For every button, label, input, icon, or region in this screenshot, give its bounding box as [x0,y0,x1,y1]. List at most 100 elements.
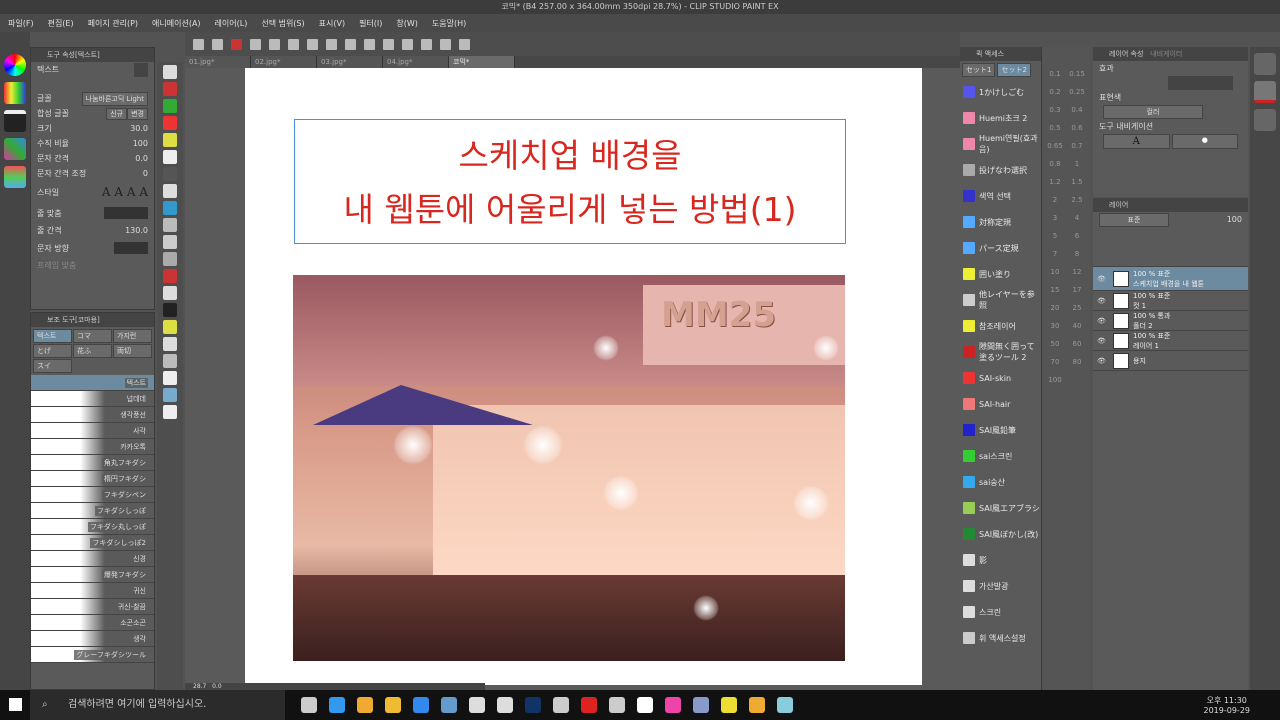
brush-size[interactable]: 1 [1066,155,1088,173]
timeline-icon[interactable] [4,166,26,188]
subtool-group[interactable]: 텍스트 [33,329,72,343]
brush-size[interactable]: 2.5 [1066,191,1088,209]
layout-icon[interactable] [193,38,204,50]
tool-icon[interactable] [163,82,177,96]
quick-access-item[interactable]: 참조레이어 [960,313,1041,339]
eye-icon[interactable]: 👁 [1097,337,1109,345]
balloon-nav-button[interactable]: ● [1171,134,1238,149]
clear-icon[interactable] [250,38,261,50]
subtool-item[interactable]: 角丸フキダシ [31,455,154,471]
new-file-icon[interactable] [288,38,299,50]
fill-icon[interactable] [269,38,280,50]
quick-access-item[interactable]: sai스크린 [960,443,1041,469]
taskbar-app-icon[interactable] [469,697,485,713]
brush-size[interactable]: 0.15 [1066,65,1088,83]
tab-document[interactable]: 코믹* [449,56,515,68]
brush-size[interactable]: 3 [1044,209,1066,227]
spacing-value[interactable]: 0.0 [135,154,148,163]
tab-document[interactable]: 03.jpg* [317,56,383,68]
color-select[interactable]: 컬러 [1103,105,1203,119]
title-line-1[interactable]: 스케치업 배경을 [295,134,845,178]
quick-access-item[interactable]: SAI風ぼかし(改) [960,521,1041,547]
tool-icon[interactable] [163,184,177,198]
taskbar-app-icon[interactable] [497,697,513,713]
subtool-group[interactable]: スイ [33,359,72,373]
layer-row[interactable]: 👁 100 % 표준 컷 1 [1093,291,1248,311]
subtool-item[interactable]: 楕円フキダシ [31,471,154,487]
brush-size[interactable]: 0.5 [1044,119,1066,137]
tool-icon[interactable] [163,337,177,351]
blend-mode-select[interactable]: 표준 [1099,212,1169,227]
brush-size[interactable]: 0.7 [1066,137,1088,155]
subtool-item[interactable]: 생각풍선 [31,407,154,423]
save-icon[interactable] [326,38,337,50]
layer-row[interactable]: 👁 100 % 표준 레이어 1 [1093,331,1248,351]
menu-item[interactable]: 표시(V) [319,18,345,29]
menu-item[interactable]: 도움말(H) [432,18,466,29]
quick-access-item[interactable]: 影 [960,547,1041,573]
tool-icon[interactable] [163,167,177,181]
tool-icon[interactable] [163,65,177,79]
quick-access-item[interactable]: SAI風エアブラシ [960,495,1041,521]
menu-item[interactable]: 편집(E) [48,18,74,29]
grid-icon[interactable] [364,38,375,50]
brush-size[interactable]: 4 [1066,209,1088,227]
subtool-group[interactable]: 가지런 [113,329,152,343]
zoom-readout[interactable]: 28.7 0.0 [185,683,485,690]
tool-icon[interactable] [163,99,177,113]
folder-icon[interactable] [1254,53,1276,75]
subtool-item[interactable]: 소곤소곤 [31,615,154,631]
tool-icon[interactable] [163,320,177,334]
quick-access-item[interactable]: Huemi초크 2 [960,105,1041,131]
kerning-value[interactable]: 0 [143,169,148,178]
folder-icon[interactable] [459,38,470,50]
animation-icon[interactable] [4,110,26,132]
eye-icon[interactable]: 👁 [1097,297,1109,305]
brush-size[interactable]: 2 [1044,191,1066,209]
brush-size[interactable]: 1.2 [1044,173,1066,191]
menu-item[interactable]: 선택 범위(S) [261,18,304,29]
brush-size[interactable]: 0.25 [1066,83,1088,101]
brush-size[interactable]: 30 [1044,317,1066,335]
tool-icon[interactable] [163,269,177,283]
subtool-item[interactable]: 귀신-찰끔 [31,599,154,615]
subtool-group[interactable]: 花ふ [73,344,112,358]
linespace-value[interactable]: 130.0 [125,226,148,235]
quick-access-item[interactable]: 1かけしごむ [960,79,1041,105]
tool-icon[interactable] [163,201,177,215]
effect-buttons[interactable] [1168,76,1233,90]
taskbar-app-icon[interactable] [301,697,317,713]
taskbar-app-icon[interactable] [693,697,709,713]
brush-size[interactable]: 100 [1044,371,1066,389]
layer-property-icon[interactable] [1254,81,1276,103]
tab-document[interactable]: 04.jpg* [383,56,449,68]
subtool-group[interactable]: 両切 [113,344,152,358]
search-placeholder[interactable]: 검색하려면 여기에 입력하십시오. [68,699,206,710]
windows-start-icon[interactable] [9,698,22,711]
quick-access-item[interactable]: SAI-hair [960,391,1041,417]
subtool-item[interactable]: 텍스트 [31,375,154,391]
size-value[interactable]: 30.0 [130,124,148,133]
taskbar-app-icon[interactable] [413,697,429,713]
brush-size[interactable]: 12 [1066,263,1088,281]
subtool-item[interactable]: 사각 [31,423,154,439]
tool-icon[interactable] [163,354,177,368]
brush-size[interactable]: 40 [1066,317,1088,335]
align-buttons[interactable] [104,207,148,219]
taskbar-app-icon[interactable] [609,697,625,713]
text-box[interactable]: 스케치업 배경을 내 웹툰에 어울리게 넣는 방법(1) [294,119,846,244]
menu-item[interactable]: 창(W) [396,18,418,29]
taskbar-search[interactable]: ⌕ 검색하려면 여기에 입력하십시오. [30,690,285,720]
vscale-value[interactable]: 100 [133,139,148,148]
tab-document[interactable]: 01.jpg* [185,56,251,68]
taskbar-app-icon[interactable] [749,697,765,713]
quick-access-item[interactable]: sai숭산 [960,469,1041,495]
quick-access-item[interactable]: 휘 액세스설정 [960,625,1041,651]
tool-icon[interactable] [163,303,177,317]
tool-icon[interactable] [163,150,177,164]
brush-size[interactable]: 8 [1066,245,1088,263]
tool-icon[interactable] [163,371,177,385]
tool-icon[interactable] [163,218,177,232]
transform-icon[interactable] [345,38,356,50]
snap-icon[interactable] [402,38,413,50]
